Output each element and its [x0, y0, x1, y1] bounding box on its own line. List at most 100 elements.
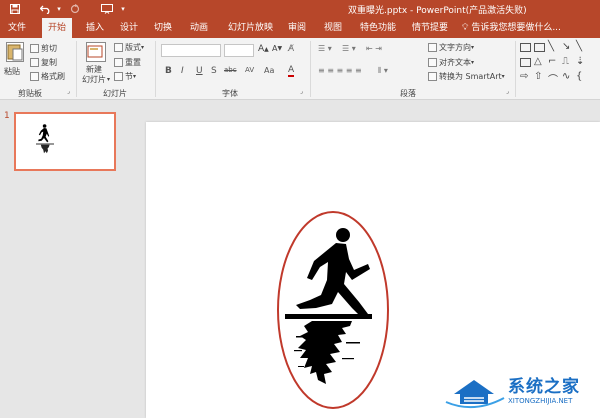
divider	[310, 41, 311, 97]
columns-icon[interactable]: ⫴ ▾	[378, 66, 388, 76]
triangle-shape-icon[interactable]: △	[534, 56, 542, 67]
save-icon[interactable]	[8, 2, 22, 16]
tab-transitions[interactable]: 切换	[148, 18, 178, 38]
change-case-button[interactable]: Aa	[264, 66, 274, 75]
redo-icon[interactable]	[68, 2, 82, 16]
rectangle-shape-icon[interactable]	[520, 58, 531, 67]
divider	[76, 41, 77, 97]
tab-view[interactable]: 视图	[318, 18, 348, 38]
tab-home[interactable]: 开始	[42, 18, 73, 38]
text-direction-button[interactable]: 文字方向 ▾	[428, 42, 474, 53]
paragraph-group-label: 段落	[400, 89, 416, 98]
tell-me-box[interactable]: 💡︎ 告诉我您想要做什么...	[462, 18, 561, 38]
clear-format-icon[interactable]: A̸	[288, 44, 294, 54]
clipboard-launcher-icon[interactable]: ⌟	[67, 88, 70, 95]
chevron-down-icon: ▾	[133, 73, 137, 80]
italic-button[interactable]: I	[181, 66, 184, 76]
format-painter-button[interactable]: 格式刷	[30, 71, 65, 82]
paragraph-launcher-icon[interactable]: ⌟	[506, 88, 509, 95]
bold-button[interactable]: B	[165, 66, 172, 76]
chevron-down-icon: ▾	[471, 59, 475, 66]
presenter-icon[interactable]	[100, 2, 114, 16]
font-launcher-icon[interactable]: ⌟	[300, 88, 303, 95]
align-text-icon	[428, 58, 437, 67]
connector-shape-icon[interactable]: ⎍	[562, 56, 569, 67]
slide-number: 1	[4, 111, 10, 121]
brace-shape-icon[interactable]: {	[576, 71, 582, 82]
align-text-button[interactable]: 对齐文本 ▾	[428, 57, 474, 68]
reset-icon	[114, 58, 123, 67]
scissors-icon	[30, 44, 39, 53]
new-slide-text: 幻灯片	[82, 75, 106, 84]
divider	[155, 41, 156, 97]
ribbon-tabs: 文件 开始 插入 设计 切换 动画 幻灯片放映 审阅 视图 特色功能 情节提要 …	[0, 18, 600, 38]
slide-thumbnail[interactable]	[14, 112, 116, 171]
font-color-button[interactable]: A	[288, 66, 295, 77]
customize-toolbar-icon[interactable]: ▾	[116, 2, 130, 16]
cut-button[interactable]: 剪切	[30, 43, 57, 54]
arrow-up-shape-icon[interactable]: ⇧	[534, 71, 542, 82]
char-spacing-button[interactable]: AV	[245, 66, 254, 74]
bracket-shape-icon[interactable]: ⌐	[548, 56, 556, 67]
undo-dropdown-icon[interactable]: ▾	[52, 2, 66, 16]
tab-storyboarding[interactable]: 情节提要	[406, 18, 454, 38]
watermark-url: XITONGZHIJIA.NET	[508, 397, 573, 405]
ribbon: 粘贴 剪切 复制 格式刷 剪贴板 ⌟ 新建 幻灯片 ▾ 版式 ▾ 重置 节 ▾ 幻灯片…	[0, 38, 600, 100]
section-button[interactable]: 节 ▾	[114, 71, 136, 82]
section-icon	[114, 72, 123, 81]
tab-insert[interactable]: 插入	[80, 18, 110, 38]
increase-font-icon[interactable]: A ▲	[258, 44, 269, 54]
align-icons[interactable]: ≡ ≡ ≡ ≡ ≡	[318, 66, 362, 75]
chevron-down-icon: ▾	[501, 73, 505, 80]
wave-shape-icon[interactable]: ∿	[562, 71, 570, 82]
curve-shape-icon[interactable]: ⌒	[548, 71, 558, 86]
reset-button[interactable]: 重置	[114, 57, 141, 68]
font-name-select[interactable]	[161, 44, 221, 57]
copy-label: 复制	[41, 58, 57, 67]
new-slide-icon[interactable]	[86, 42, 106, 62]
cut-label: 剪切	[41, 44, 57, 53]
numbering-icon[interactable]: ☰ ▾	[342, 44, 356, 53]
font-group-label: 字体	[222, 89, 238, 98]
layout-icon	[114, 43, 123, 52]
vertical-textbox-shape-icon[interactable]	[534, 43, 545, 52]
textbox-shape-icon[interactable]	[520, 43, 531, 52]
brush-icon	[30, 72, 39, 81]
smartart-button[interactable]: 转换为 SmartArt ▾	[428, 71, 505, 82]
paste-icon[interactable]	[6, 42, 24, 62]
divider	[515, 41, 516, 97]
slides-group-label: 幻灯片	[103, 89, 127, 98]
line-shape-icon[interactable]: ╲	[548, 41, 554, 52]
arrow-shape-icon[interactable]: ↘	[562, 41, 570, 52]
paste-button[interactable]: 粘贴	[4, 66, 20, 77]
copy-icon	[30, 58, 39, 67]
strikethrough-button[interactable]: abc	[224, 66, 237, 74]
decrease-font-icon[interactable]: A ▼	[272, 44, 282, 53]
title-bar: ▾ ▾ 双重曝光.pptx - PowerPoint(产品激活失败)	[0, 0, 600, 18]
layout-button[interactable]: 版式 ▾	[114, 42, 144, 53]
tab-review[interactable]: 审阅	[282, 18, 312, 38]
window-title: 双重曝光.pptx - PowerPoint(产品激活失败)	[348, 6, 527, 16]
font-size-select[interactable]	[224, 44, 254, 57]
copy-button[interactable]: 复制	[30, 57, 57, 68]
tab-animations[interactable]: 动画	[184, 18, 214, 38]
shadow-button[interactable]: S	[211, 66, 217, 76]
tab-special-features[interactable]: 特色功能	[354, 18, 402, 38]
tab-slideshow[interactable]: 幻灯片放映	[222, 18, 279, 38]
format-painter-label: 格式刷	[41, 72, 65, 81]
arrow-right-shape-icon[interactable]: ⇨	[520, 71, 528, 82]
chevron-down-icon: ▾	[107, 76, 111, 83]
thumbnail-runner-image	[36, 124, 54, 154]
tab-design[interactable]: 设计	[114, 18, 144, 38]
arrow2-shape-icon[interactable]: ╲	[576, 41, 582, 52]
bullets-icon[interactable]: ☰ ▾	[318, 44, 332, 53]
undo-icon[interactable]	[38, 2, 52, 16]
indent-icon[interactable]: ⇤ ⇥	[366, 44, 382, 53]
layout-label: 版式	[125, 43, 141, 52]
tab-file[interactable]: 文件	[2, 18, 32, 38]
new-slide-label-2[interactable]: 幻灯片 ▾	[82, 74, 110, 85]
elbow-shape-icon[interactable]: ⇣	[576, 56, 584, 67]
underline-button[interactable]: U	[196, 66, 203, 76]
text-direction-label: 文字方向	[439, 43, 471, 52]
reset-label: 重置	[125, 58, 141, 67]
